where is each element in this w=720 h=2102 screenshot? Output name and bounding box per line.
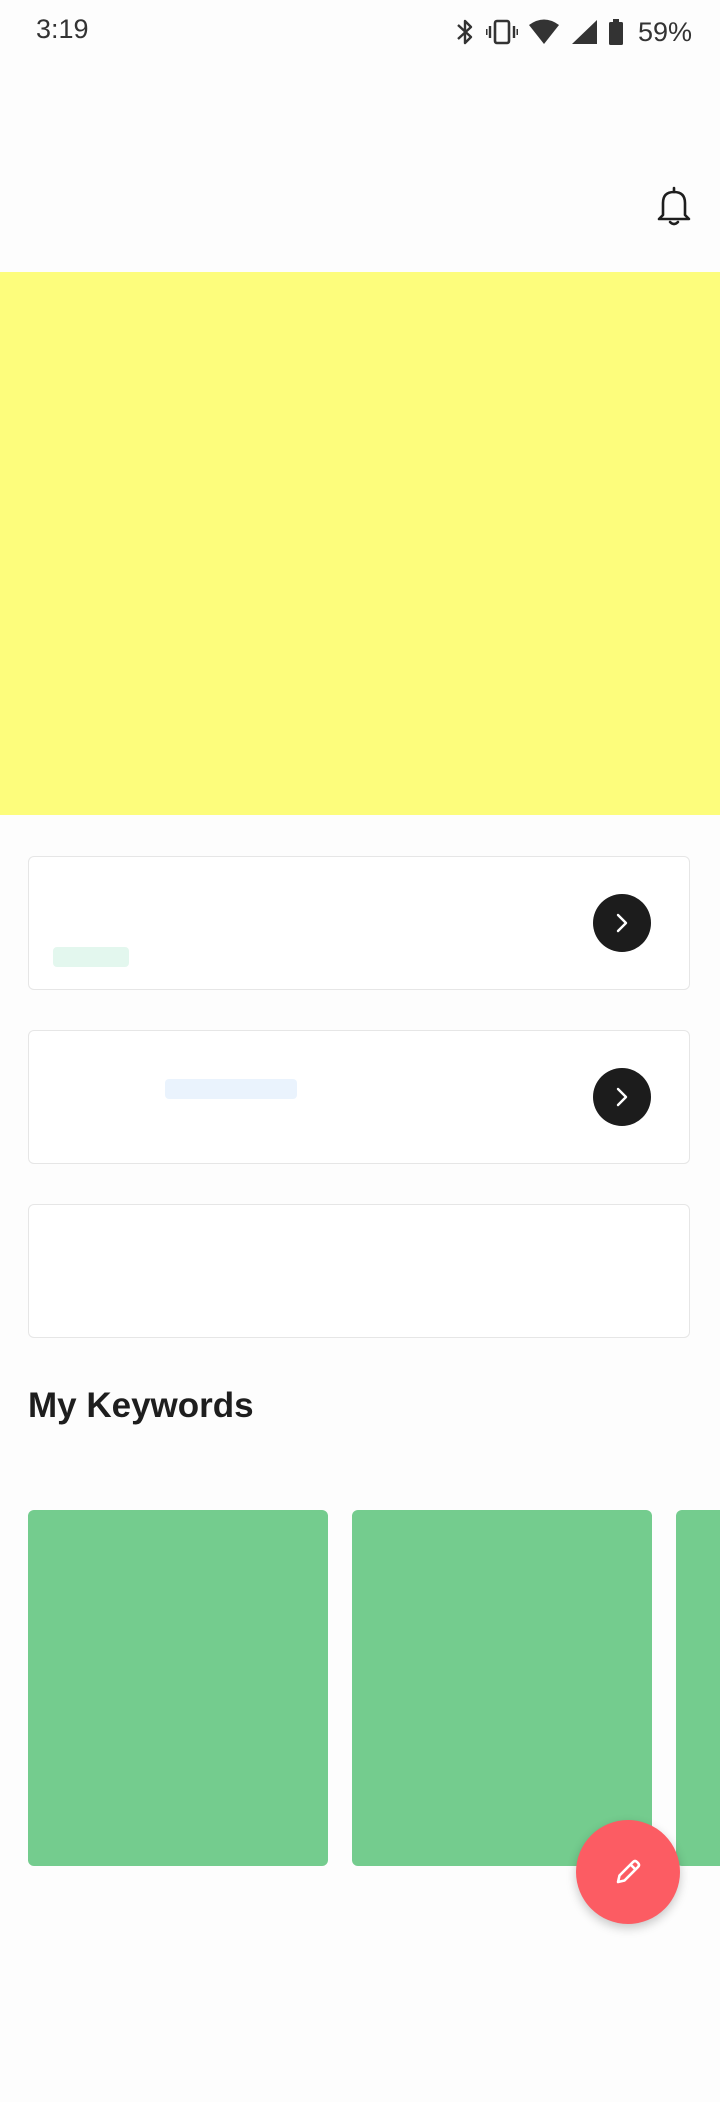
info-card-3[interactable] bbox=[28, 1204, 690, 1338]
vibrate-icon bbox=[485, 17, 518, 47]
cell-signal-icon bbox=[570, 17, 598, 47]
status-icons: 59% bbox=[454, 12, 692, 52]
chevron-right-icon bbox=[616, 1087, 628, 1107]
placeholder-pill bbox=[165, 1079, 297, 1099]
keyword-card[interactable] bbox=[676, 1510, 720, 1866]
status-time: 3:19 bbox=[36, 14, 89, 44]
pencil-icon bbox=[616, 1859, 641, 1884]
compose-fab[interactable] bbox=[576, 1820, 680, 1924]
card-arrow-button[interactable] bbox=[593, 894, 651, 952]
keyword-card[interactable] bbox=[352, 1510, 652, 1866]
placeholder-pill bbox=[53, 947, 129, 967]
card-arrow-button[interactable] bbox=[593, 1068, 651, 1126]
info-card-1[interactable] bbox=[28, 856, 690, 990]
battery-icon bbox=[608, 17, 624, 47]
banner[interactable] bbox=[0, 272, 720, 815]
chevron-right-icon bbox=[616, 913, 628, 933]
wifi-icon bbox=[528, 17, 560, 47]
bluetooth-icon bbox=[454, 17, 476, 47]
bell-icon[interactable] bbox=[652, 184, 696, 228]
info-card-2[interactable] bbox=[28, 1030, 690, 1164]
status-bar: 3:19 59% bbox=[0, 0, 720, 64]
battery-percent: 59% bbox=[637, 16, 692, 47]
section-title: My Keywords bbox=[28, 1386, 254, 1425]
keyword-card[interactable] bbox=[28, 1510, 328, 1866]
